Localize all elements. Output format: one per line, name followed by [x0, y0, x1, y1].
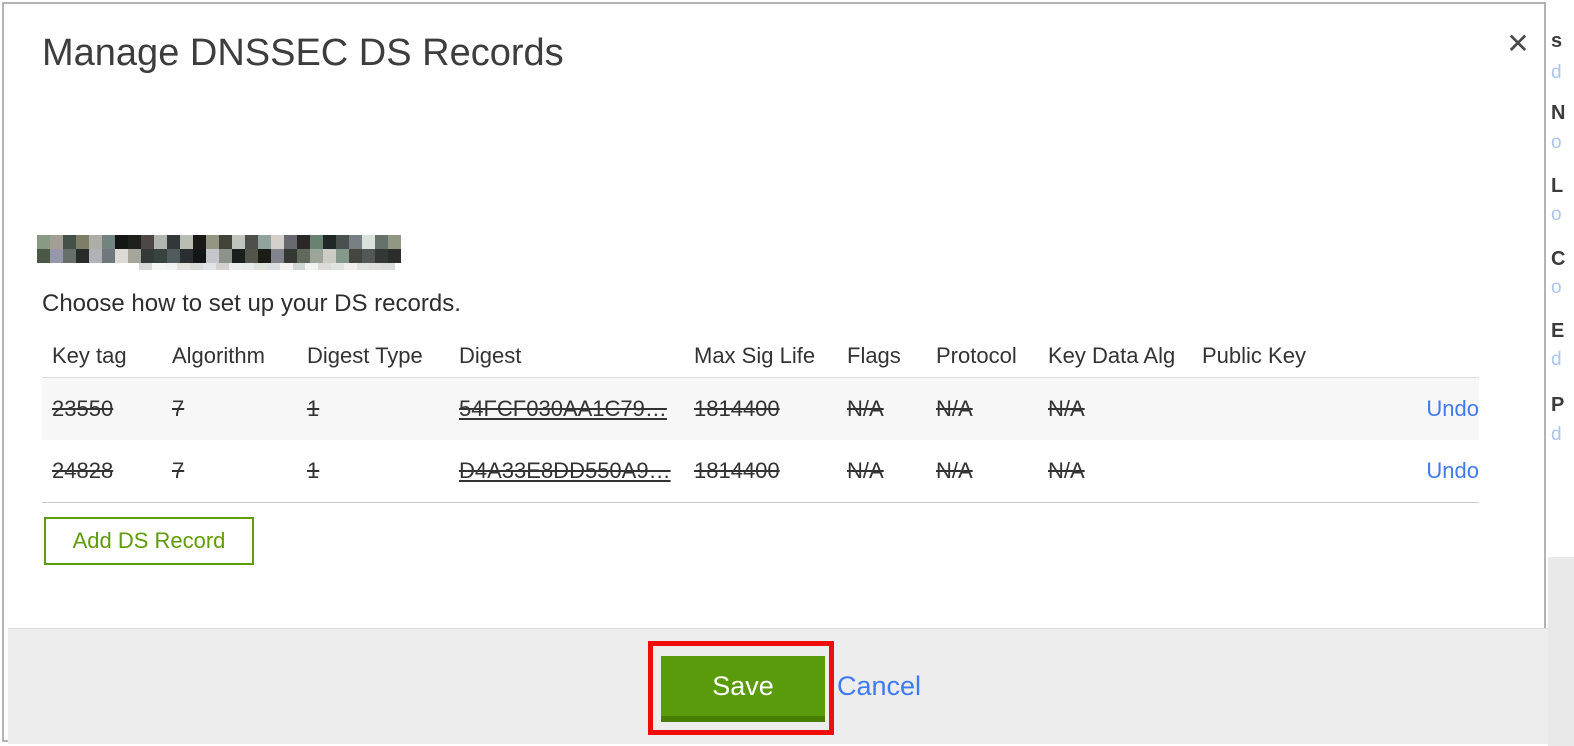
- dnssec-modal: Manage DNSSEC DS Records ✕ Choose how to…: [2, 2, 1548, 744]
- column-header-flags: Flags: [847, 342, 901, 368]
- background-text-fragment: N: [1551, 102, 1566, 124]
- table-row: 23550 7 1 54FCF030AA1C79… 1814400 N/A N/A N/A Un…: [42, 377, 1479, 440]
- cell-protocol: N/A: [936, 458, 973, 483]
- background-text-fragment: d: [1551, 424, 1562, 445]
- save-button[interactable]: Save: [661, 656, 825, 722]
- background-text-fragment: C: [1551, 248, 1566, 270]
- background-page-footer: [1548, 557, 1574, 746]
- column-header-public-key: Public Key: [1202, 342, 1306, 368]
- cell-digest-type: 1: [307, 458, 320, 483]
- cell-key-data-alg: N/A: [1048, 396, 1085, 421]
- add-ds-record-button[interactable]: Add DS Record: [44, 517, 254, 565]
- cell-key-tag: 23550: [52, 396, 114, 421]
- cell-digest-type: 1: [307, 396, 320, 421]
- background-page-strip: sdNoLoCoEdPd: [1548, 0, 1574, 746]
- cancel-link[interactable]: Cancel: [837, 671, 921, 702]
- cell-key-data-alg: N/A: [1048, 458, 1085, 483]
- column-header-algorithm: Algorithm: [172, 342, 265, 368]
- column-header-max-sig-life: Max Sig Life: [694, 342, 816, 368]
- background-text-fragment: E: [1551, 320, 1565, 342]
- column-header-digest-type: Digest Type: [307, 342, 423, 368]
- background-text-fragment: d: [1551, 62, 1562, 83]
- background-text-fragment: s: [1551, 30, 1563, 52]
- cell-flags: N/A: [847, 458, 884, 483]
- cell-digest: D4A33E8DD550A9…: [459, 458, 671, 483]
- cell-algorithm: 7: [172, 458, 185, 483]
- table-body: 23550 7 1 54FCF030AA1C79… 1814400 N/A N/A N/A Un…: [42, 377, 1479, 503]
- column-header-digest: Digest: [459, 342, 522, 368]
- cell-max-sig-life: 1814400: [694, 458, 780, 483]
- background-text-fragment: o: [1551, 277, 1562, 298]
- cell-max-sig-life: 1814400: [694, 396, 780, 421]
- modal-title: Manage DNSSEC DS Records: [42, 32, 564, 74]
- column-header-protocol: Protocol: [936, 342, 1017, 368]
- ds-records-table: Key tag Algorithm Digest Type Digest Max Sig…: [42, 334, 1479, 503]
- cell-algorithm: 7: [172, 396, 185, 421]
- cell-key-tag: 24828: [52, 458, 114, 483]
- background-text-fragment: P: [1551, 394, 1565, 416]
- cell-protocol: N/A: [936, 396, 973, 421]
- page: sdNoLoCoEdPd Manage DNSSEC DS Records ✕ …: [0, 0, 1574, 746]
- cell-flags: N/A: [847, 396, 884, 421]
- background-text-fragment: o: [1551, 132, 1562, 153]
- close-icon[interactable]: ✕: [1500, 26, 1536, 62]
- intro-text: Choose how to set up your DS records.: [42, 290, 461, 317]
- table-header-row: Key tag Algorithm Digest Type Digest Max Sig…: [42, 334, 1479, 377]
- undo-link[interactable]: Undo: [1426, 396, 1479, 421]
- table-row: 24828 7 1 D4A33E8DD550A9… 1814400 N/A N/A N/A Un…: [42, 440, 1479, 503]
- column-header-key-tag: Key tag: [52, 342, 127, 368]
- background-text-fragment: L: [1551, 175, 1564, 197]
- cell-digest: 54FCF030AA1C79…: [459, 396, 667, 421]
- redacted-domain-name-shadow: [139, 263, 395, 270]
- redacted-domain-name: [37, 235, 401, 263]
- background-text-fragment: o: [1551, 204, 1562, 225]
- background-text-fragment: d: [1551, 349, 1562, 370]
- undo-link[interactable]: Undo: [1426, 458, 1479, 483]
- column-header-key-data-alg: Key Data Alg: [1048, 342, 1176, 368]
